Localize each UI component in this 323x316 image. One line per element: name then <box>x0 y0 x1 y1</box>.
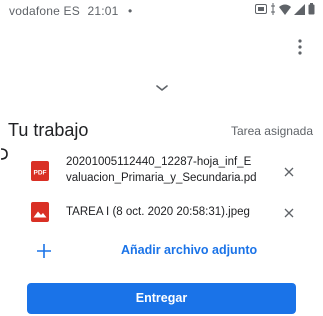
clock: 21:01 <box>87 4 119 18</box>
svg-text:PDF: PDF <box>34 170 47 177</box>
attachment-name-line1: TAREA I (8 oct. 2020 20:58:31).jpeg <box>66 206 250 218</box>
more-vert-icon[interactable] <box>293 37 307 57</box>
image-file-icon <box>31 202 49 222</box>
status-icons <box>255 3 315 15</box>
status-carrier-time: vodafone ES 21:01 • <box>9 4 132 18</box>
close-icon[interactable] <box>283 207 295 219</box>
notification-dot: • <box>128 4 133 18</box>
add-attachment-label: Añadir archivo adjunto <box>121 243 258 257</box>
attachment-row[interactable]: TAREA I (8 oct. 2020 20:58:31).jpeg <box>0 198 323 226</box>
attachment-name-line1: 20201005112440_12287-hoja_inf_E <box>66 156 252 168</box>
close-icon[interactable] <box>283 166 295 178</box>
carrier-name: vodafone ES <box>9 4 80 18</box>
assignment-status: Tarea asignada <box>230 124 313 138</box>
vibrate-icon <box>271 3 275 15</box>
status-bar: vodafone ES 21:01 • <box>0 0 323 28</box>
attachment-row[interactable]: PDF 20201005112440_12287-hoja_inf_E valu… <box>0 150 323 192</box>
attachment-name[interactable]: 20201005112440_12287-hoja_inf_E valuacio… <box>66 154 281 186</box>
chevron-down-icon[interactable] <box>156 84 168 92</box>
attachment-name[interactable]: TAREA I (8 oct. 2020 20:58:31).jpeg <box>66 204 281 220</box>
signal-icon <box>294 3 305 15</box>
battery-icon <box>308 3 315 15</box>
wifi-icon <box>279 4 291 15</box>
nfc-icon <box>255 4 267 14</box>
submit-button[interactable]: Entregar <box>27 283 296 314</box>
pdf-file-icon: PDF <box>31 161 49 181</box>
attachment-name-line2: valuacion_Primaria_y_Secundaria.pd <box>66 172 257 184</box>
add-attachment-button[interactable]: Añadir archivo adjunto <box>0 236 323 266</box>
plus-icon <box>37 244 51 258</box>
sheet-title: Tu trabajo <box>8 120 89 140</box>
